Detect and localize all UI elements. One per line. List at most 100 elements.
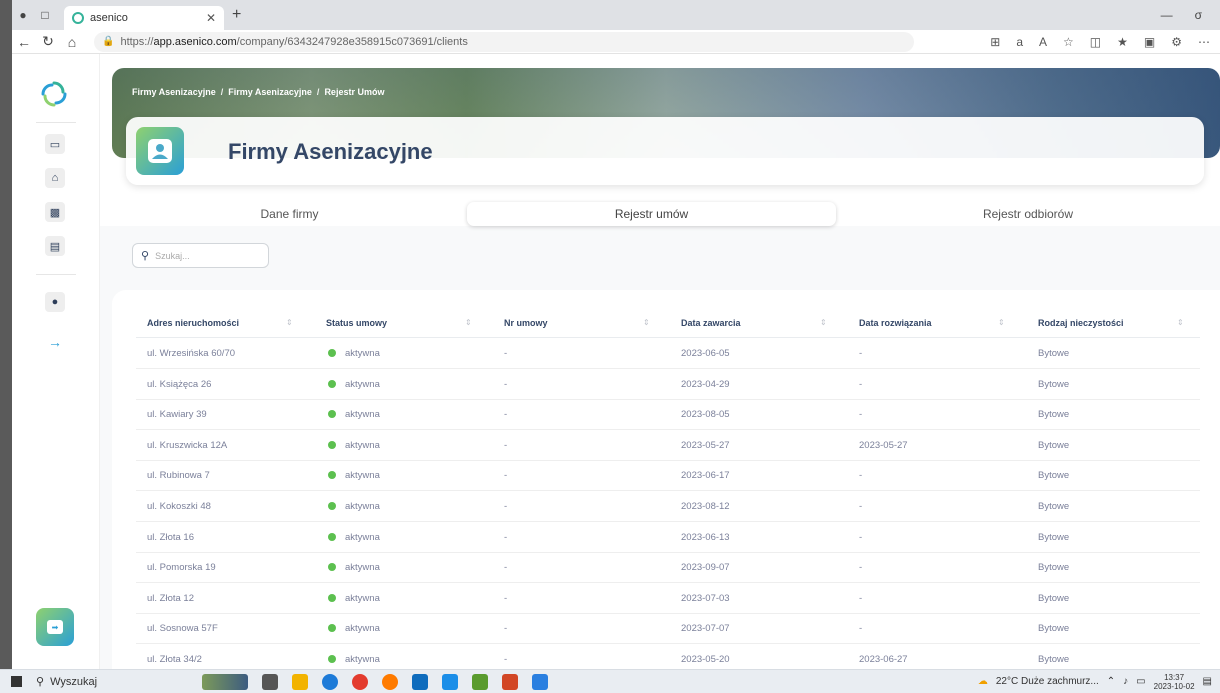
taskbar-search[interactable]: ⚲ Wyszukaj	[32, 675, 182, 689]
app-sidebar: ▭ ⌂ ▩ ▤ ● → ➡	[12, 54, 100, 669]
split-screen-icon[interactable]: ◫	[1090, 35, 1101, 49]
table-row[interactable]: ul. Kokoszki 48 aktywna - 2023-08-12 - Bytowe	[136, 491, 1200, 522]
column-header-status[interactable]: Status umowy	[326, 318, 387, 328]
app-icon[interactable]	[472, 673, 488, 690]
cell-address: ul. Książęca 26	[147, 378, 212, 390]
tray-chevron-icon[interactable]: ⌃	[1107, 676, 1115, 687]
breadcrumb-item[interactable]: Firmy Asenizacyjne	[228, 87, 312, 97]
avatar	[136, 127, 184, 175]
column-header-waste-type[interactable]: Rodzaj nieczystości	[1038, 318, 1124, 328]
cell-waste-type: Bytowe	[1038, 470, 1070, 482]
status-dot-icon	[328, 440, 336, 449]
column-header-termination-date[interactable]: Data rozwiązania	[859, 318, 932, 328]
file-explorer-icon[interactable]	[292, 673, 308, 690]
weather-label[interactable]: 22°C Duże zachmurz...	[996, 676, 1099, 687]
table-row[interactable]: ul. Sosnowa 57F aktywna - 2023-07-07 - Bytowe	[136, 613, 1200, 645]
cell-waste-type: Bytowe	[1038, 592, 1070, 604]
extensions-icon[interactable]: ⚙	[1171, 35, 1182, 49]
close-icon[interactable]: ✕	[206, 11, 216, 25]
breadcrumb-item[interactable]: Firmy Asenizacyjne	[132, 87, 216, 97]
task-view-icon[interactable]	[262, 673, 278, 690]
asenico-logo-icon[interactable]	[40, 80, 68, 108]
column-header-address[interactable]: Adres nieruchomości	[147, 318, 239, 328]
table-row[interactable]: ul. Złota 34/2 aktywna - 2023-05-20 2023-06-…	[136, 644, 1200, 670]
sidebar-divider	[36, 122, 76, 123]
sort-icon[interactable]: ⇕	[820, 318, 827, 327]
refresh-icon[interactable]: ↻	[36, 33, 60, 50]
column-header-conclusion-date[interactable]: Data zawarcia	[681, 318, 741, 328]
landscape-widget-icon[interactable]	[202, 673, 248, 690]
column-header-contract-no[interactable]: Nr umowy	[504, 318, 548, 328]
logout-button[interactable]: ➡	[36, 608, 74, 646]
back-icon[interactable]: ←	[12, 34, 36, 50]
cell-termination-date: -	[859, 531, 863, 543]
breadcrumb-separator: /	[220, 87, 224, 97]
tab-company-data[interactable]: Dane firmy	[112, 202, 467, 226]
sort-icon[interactable]: ⇕	[998, 318, 1005, 327]
firefox-icon[interactable]	[382, 673, 398, 690]
browser-tab[interactable]: asenico ✕	[64, 6, 224, 30]
browser-tab-bar: ● □ asenico ✕ + — σ	[12, 0, 1220, 30]
cell-waste-type: Bytowe	[1038, 378, 1070, 390]
table-row[interactable]: ul. Kawiary 39 aktywna - 2023-08-05 - Bytowe	[136, 399, 1200, 431]
cell-contract-no: -	[504, 592, 508, 604]
profile-icon[interactable]: ●	[12, 4, 34, 26]
table-row[interactable]: ul. Złota 12 aktywna - 2023-07-03 - Bytowe	[136, 583, 1200, 614]
sort-icon[interactable]: ⇕	[286, 318, 293, 327]
cell-contract-no: -	[504, 562, 508, 574]
cell-conclusion-date: 2023-09-07	[681, 562, 730, 574]
tab-contracts-register[interactable]: Rejestr umów	[467, 202, 836, 226]
tab-title: asenico	[90, 12, 128, 24]
search-input[interactable]	[155, 250, 256, 261]
sort-icon[interactable]: ⇕	[1177, 318, 1184, 327]
windows-start-icon[interactable]	[0, 676, 32, 687]
home-icon[interactable]: ⌂	[45, 168, 65, 188]
new-tab-icon[interactable]: +	[232, 6, 241, 24]
sort-icon[interactable]: ⇕	[465, 318, 472, 327]
weather-icon[interactable]: ☁	[978, 676, 988, 687]
table-row[interactable]: ul. Rubinowa 7 aktywna - 2023-06-17 - Bytowe	[136, 460, 1200, 492]
ie-icon[interactable]	[442, 673, 458, 690]
table-row[interactable]: ul. Książęca 26 aktywna - 2023-04-29 - Bytowe	[136, 369, 1200, 400]
table-row[interactable]: ul. Złota 16 aktywna - 2023-06-13 - Bytowe	[136, 522, 1200, 553]
translate-icon[interactable]: а	[1016, 35, 1023, 49]
powerpoint-icon[interactable]	[502, 673, 518, 690]
clock[interactable]: 13:37 2023-10-02	[1154, 673, 1195, 691]
monitor-icon[interactable]: ▭	[45, 134, 65, 154]
paint-icon[interactable]	[532, 673, 548, 690]
cell-status: aktywna	[345, 592, 380, 604]
chrome-icon[interactable]	[352, 673, 368, 690]
network-icon[interactable]: ▭	[1136, 676, 1145, 687]
truck-icon[interactable]: ▩	[45, 202, 65, 222]
notifications-icon[interactable]: ▤	[1203, 676, 1212, 687]
cell-status: aktywna	[345, 409, 380, 421]
cell-address: ul. Złota 16	[147, 531, 194, 543]
minimize-icon[interactable]: —	[1161, 8, 1173, 22]
users-icon[interactable]: ●	[45, 292, 65, 312]
tab-actions-icon[interactable]: □	[34, 4, 56, 26]
arrow-right-icon[interactable]: →	[48, 334, 62, 350]
volume-icon[interactable]: ♪	[1123, 676, 1128, 687]
tab-pickups-register[interactable]: Rejestr odbiorów	[836, 202, 1220, 226]
url-field[interactable]: 🔒 https://app.asenico.com/company/634324…	[94, 31, 914, 52]
favorite-star-icon[interactable]: ☆	[1063, 35, 1074, 49]
contracts-table: Adres nieruchomości ⇕ Status umowy ⇕ Nr …	[112, 290, 1220, 670]
read-aloud-icon[interactable]: A	[1039, 35, 1047, 49]
table-row[interactable]: ul. Wrzesińska 60/70 aktywna - 2023-06-05 - B…	[136, 338, 1200, 369]
edge-icon[interactable]	[322, 673, 338, 690]
apps-icon[interactable]: ⊞	[990, 35, 1000, 49]
table-row[interactable]: ul. Kruszwicka 12A aktywna - 2023-05-27 2023…	[136, 430, 1200, 461]
home-icon[interactable]: ⌂	[60, 34, 84, 50]
collections-icon[interactable]: ▣	[1144, 35, 1155, 49]
sort-icon[interactable]: ⇕	[643, 318, 650, 327]
restore-icon[interactable]: σ	[1195, 8, 1202, 22]
cell-termination-date: -	[859, 562, 863, 574]
vehicle-icon[interactable]: ▤	[45, 236, 65, 256]
favorites-icon[interactable]: ★	[1117, 35, 1128, 49]
outlook-icon[interactable]	[412, 673, 428, 690]
window-controls: — σ	[1161, 8, 1220, 22]
taskbar-apps	[202, 673, 548, 690]
cell-waste-type: Bytowe	[1038, 348, 1070, 359]
table-row[interactable]: ul. Pomorska 19 aktywna - 2023-09-07 - Bytowe	[136, 552, 1200, 584]
more-icon[interactable]: ⋯	[1198, 35, 1210, 49]
